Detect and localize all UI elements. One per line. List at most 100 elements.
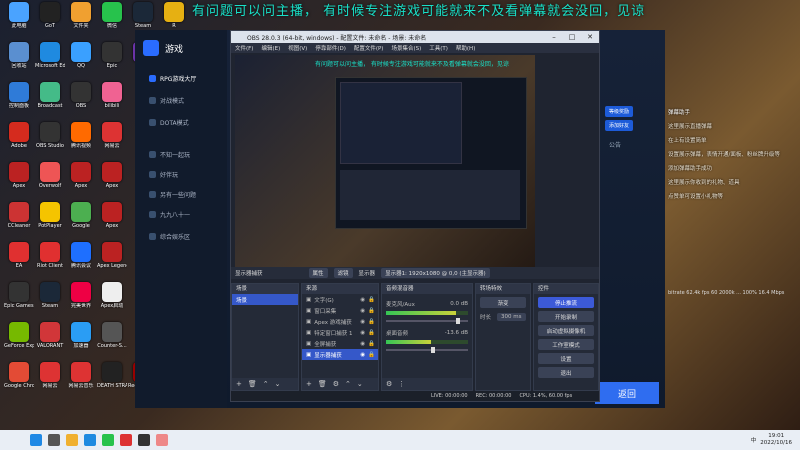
add-friend-button[interactable]: 添加好友	[605, 120, 634, 131]
trash-icon[interactable]: 🗑	[248, 380, 257, 388]
source-item[interactable]: ▣ 显示器捕获 ◉ 🔒	[302, 349, 378, 360]
source-item[interactable]: ▣ Apex 游戏捕获 ◉ 🔒	[302, 316, 378, 327]
scene-item[interactable]: 场景	[232, 294, 298, 305]
desktop-icon[interactable]: PotPlayer	[35, 202, 65, 229]
lock-icon[interactable]: 🔒	[368, 330, 375, 336]
volume-slider[interactable]	[386, 347, 468, 353]
desktop-icon[interactable]: Google	[66, 202, 96, 229]
add-icon[interactable]: +	[306, 380, 312, 388]
desktop-icon[interactable]: QQ	[66, 42, 96, 69]
launcher-nav-item[interactable]: 好伴玩	[149, 170, 178, 179]
eye-icon[interactable]: ◉	[360, 352, 365, 358]
source-item[interactable]: ▣ 特定窗口捕获 1 ◉ 🔒	[302, 327, 378, 338]
desktop-icon[interactable]: 加速器	[66, 322, 96, 349]
desktop-icon[interactable]: GoT	[35, 2, 65, 29]
desktop-icon[interactable]: VALORANT	[35, 322, 65, 349]
launcher-return-button[interactable]: 返回	[595, 382, 659, 404]
lock-icon[interactable]: 🔒	[368, 341, 375, 347]
desktop-icon[interactable]: Epic Games Launcher	[4, 282, 34, 309]
launcher-nav-item[interactable]: RPG游戏大厅	[149, 74, 196, 83]
duration-input[interactable]: 300 ms	[497, 312, 526, 321]
eye-icon[interactable]: ◉	[360, 319, 365, 325]
desktop-icon[interactable]: Apex	[66, 162, 96, 189]
menu-item[interactable]: 场景集合(S)	[391, 44, 421, 52]
eye-icon[interactable]: ◉	[360, 308, 365, 314]
menu-item[interactable]: 编辑(E)	[261, 44, 280, 52]
lock-icon[interactable]: 🔒	[368, 308, 375, 314]
desktop-icon[interactable]: R	[159, 2, 189, 29]
menu-item[interactable]: 停靠部件(D)	[315, 44, 346, 52]
desktop-icon[interactable]: 网易云音乐	[66, 362, 96, 389]
menu-item[interactable]: 帮助(H)	[456, 44, 475, 52]
up-icon[interactable]: ⌃	[345, 380, 351, 388]
studio-mode-button[interactable]: 工作室模式	[538, 339, 594, 350]
desktop-icon[interactable]: 文件夹	[66, 2, 96, 29]
more-icon[interactable]: ⋮	[398, 380, 405, 388]
menu-item[interactable]: 配置文件(P)	[354, 44, 384, 52]
desktop-icon[interactable]: 此电脑	[4, 2, 34, 29]
lock-icon[interactable]: 🔒	[368, 297, 375, 303]
ime-indicator[interactable]: 中	[751, 436, 757, 444]
menu-item[interactable]: 工具(T)	[429, 44, 448, 52]
launcher-nav-item[interactable]: 另有一些问题	[149, 190, 196, 199]
desktop-icon[interactable]: Steam	[128, 2, 158, 29]
taskbar-wechat-icon[interactable]	[102, 434, 114, 446]
launcher-nav-item[interactable]: 对战模式	[149, 96, 184, 105]
lock-icon[interactable]: 🔒	[368, 319, 375, 325]
desktop-icon[interactable]: Apex启动	[97, 282, 127, 309]
properties-button[interactable]: 属性	[308, 268, 328, 278]
display-select[interactable]: 显示器1: 1920x1080 @ 0,0 (主显示器)	[381, 268, 490, 278]
clock[interactable]: 19:01 2022/10/16	[760, 433, 792, 447]
volume-knob[interactable]	[455, 318, 460, 324]
desktop-icon[interactable]: Apex Legends	[97, 242, 127, 269]
desktop-icon[interactable]: Apex	[97, 202, 127, 229]
close-icon[interactable]: ✕	[581, 31, 599, 43]
menu-item[interactable]: 视图(V)	[288, 44, 307, 52]
add-icon[interactable]: +	[236, 380, 242, 388]
desktop-icon[interactable]: Apex	[4, 162, 34, 189]
desktop-icon[interactable]: Counter-S...	[97, 322, 127, 349]
desktop-icon[interactable]: OBS	[66, 82, 96, 109]
down-icon[interactable]: ⌄	[357, 380, 363, 388]
desktop-icon[interactable]: Overwolf	[35, 162, 65, 189]
launcher-nav-item[interactable]: DOTA模式	[149, 118, 189, 127]
taskbar-edge-icon[interactable]	[84, 434, 96, 446]
exit-button[interactable]: 退出	[538, 367, 594, 378]
desktop-icon[interactable]: GeForce Experience	[4, 322, 34, 349]
gear-icon[interactable]: ⚙	[333, 380, 339, 388]
lock-icon[interactable]: 🔒	[368, 352, 375, 358]
menu-item[interactable]: 文件(F)	[235, 44, 253, 52]
volume-slider[interactable]	[386, 318, 468, 324]
reward-button[interactable]: 等级奖励	[605, 106, 634, 117]
settings-button[interactable]: 设置	[538, 353, 594, 364]
gear-icon[interactable]: ⚙	[386, 380, 392, 388]
desktop-icon[interactable]: Microsoft Edge	[35, 42, 65, 69]
desktop-icon[interactable]: DEATH STRANDING	[97, 362, 127, 389]
stop-stream-button[interactable]: 停止推流	[538, 297, 594, 308]
transition-select[interactable]: 渐变	[480, 297, 526, 308]
desktop-icon[interactable]: 网易云	[35, 362, 65, 389]
maximize-icon[interactable]: □	[563, 31, 581, 43]
up-icon[interactable]: ⌃	[263, 380, 269, 388]
eye-icon[interactable]: ◉	[360, 297, 365, 303]
source-item[interactable]: ▣ 文字(G) ◉ 🔒	[302, 294, 378, 305]
desktop-icon[interactable]: 回收站	[4, 42, 34, 69]
desktop-icon[interactable]: 腾讯会议	[66, 242, 96, 269]
start-recording-button[interactable]: 开始录制	[538, 311, 594, 322]
desktop-icon[interactable]: 网易云	[97, 122, 127, 149]
taskbar-app-icon[interactable]	[120, 434, 132, 446]
desktop-icon[interactable]: OBS Studio	[35, 122, 65, 149]
obs-preview[interactable]: 有问题可以问主播， 有时候专注游戏可能就来不及看弹幕就会没回，见谅	[235, 55, 535, 267]
desktop-icon[interactable]: Steam	[35, 282, 65, 309]
launcher-nav-item[interactable]: 不知一起玩	[149, 150, 190, 159]
desktop-icon[interactable]: EA	[4, 242, 34, 269]
desktop-icon[interactable]: Broadcast	[35, 82, 65, 109]
virtual-camera-button[interactable]: 启动虚拟摄像机	[538, 325, 594, 336]
taskbar-obs-icon[interactable]	[138, 434, 150, 446]
volume-knob[interactable]	[431, 347, 436, 353]
taskbar-search-icon[interactable]	[48, 434, 60, 446]
desktop-icon[interactable]: 腾讯视频	[66, 122, 96, 149]
desktop-icon[interactable]: Apex	[97, 162, 127, 189]
desktop-icon[interactable]: 完美世界	[66, 282, 96, 309]
desktop-icon[interactable]: Google Chrome	[4, 362, 34, 389]
